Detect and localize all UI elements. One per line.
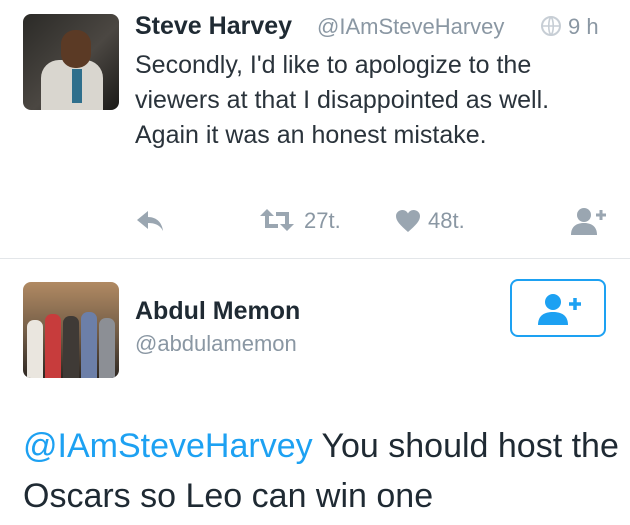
tweet-card: Steve Harvey @IAmSteveHarvey 9 h Secondl…	[0, 0, 630, 258]
mention-link[interactable]: @IAmSteveHarvey	[23, 427, 313, 465]
person-figure	[81, 312, 97, 378]
like-count: 48t.	[428, 208, 465, 233]
display-name[interactable]: Steve Harvey	[135, 12, 292, 41]
avatar-face	[61, 30, 91, 68]
tweet-card: Abdul Memon @abdulamemon @IAmSteveHarvey…	[0, 259, 630, 525]
retweet-count: 27t.	[304, 208, 341, 233]
user-handle[interactable]: @abdulamemon	[135, 331, 297, 357]
tweet-text: Secondly, I'd like to apologize to the v…	[135, 51, 550, 149]
person-figure	[45, 314, 61, 378]
heart-icon[interactable]	[394, 208, 422, 234]
user-handle[interactable]: @IAmSteveHarvey	[317, 14, 504, 40]
avatar[interactable]	[23, 282, 119, 378]
follow-icon[interactable]	[568, 206, 608, 236]
reply-icon[interactable]	[134, 208, 166, 234]
person-figure	[63, 316, 79, 378]
tweet-actions: 27t. 48t.	[0, 202, 630, 242]
follow-icon	[538, 294, 581, 325]
avatar[interactable]	[23, 14, 119, 110]
follow-button[interactable]	[510, 279, 606, 337]
person-figure	[99, 318, 115, 378]
person-figure	[27, 320, 43, 378]
display-name[interactable]: Abdul Memon	[135, 297, 300, 326]
globe-icon	[541, 16, 561, 36]
timestamp: 9 h	[568, 14, 599, 39]
avatar-tie	[72, 69, 82, 103]
tweet-text: @IAmSteveHarvey You should host the Osca…	[23, 421, 623, 521]
retweet-icon[interactable]	[258, 206, 296, 234]
